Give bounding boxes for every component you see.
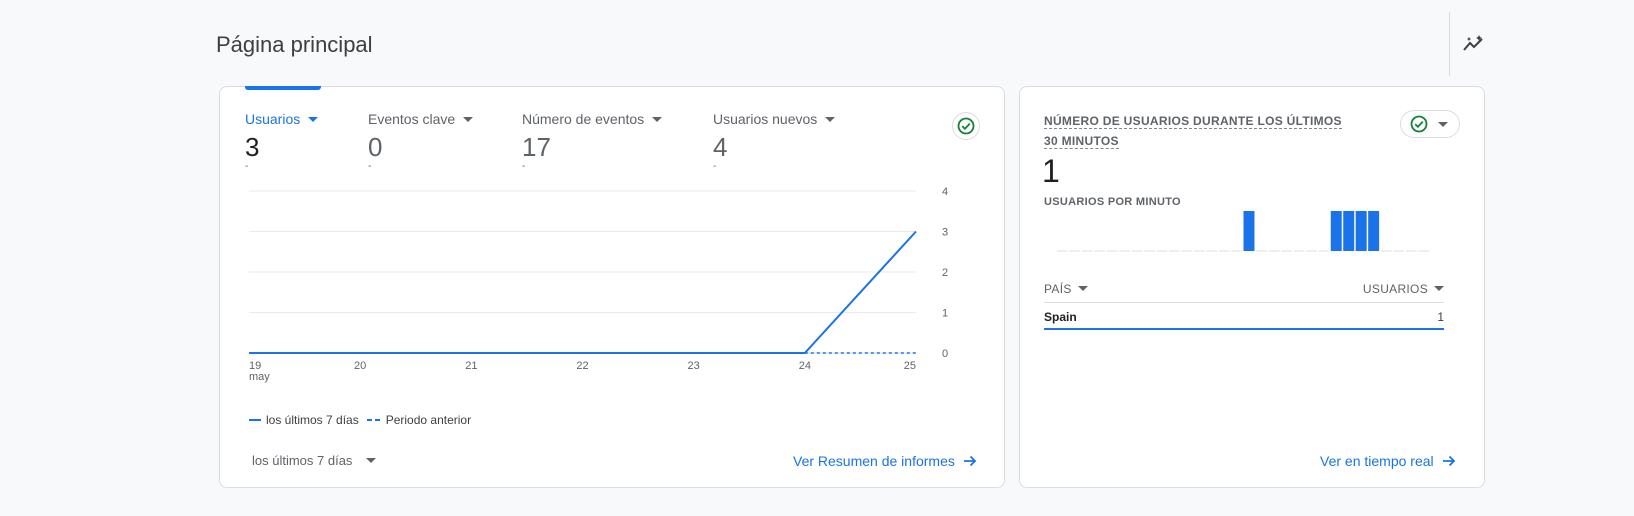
check-circle-icon: [1410, 115, 1428, 133]
table-row[interactable]: Spain 1: [1044, 306, 1444, 330]
realtime-table-header: PAÍS USUARIOS: [1044, 275, 1444, 303]
arrow-right-icon: [963, 455, 977, 467]
link-label: Ver Resumen de informes: [793, 453, 955, 469]
legend-item-current: los últimos 7 días: [249, 413, 359, 427]
x-tick-label: 25: [904, 360, 916, 372]
legend-swatch-solid: [249, 419, 261, 421]
column-label: USUARIOS: [1362, 281, 1428, 296]
y-tick-label: 3: [942, 227, 948, 239]
y-tick-label: 2: [942, 267, 948, 279]
column-label: PAÍS: [1044, 281, 1072, 296]
cell-country: Spain: [1044, 310, 1077, 324]
realtime-title-line1: NÚMERO DE USUARIOS DURANTE LOS ÚLTIMOS: [1044, 114, 1342, 129]
legend-label: los últimos 7 días: [266, 413, 359, 427]
y-tick-label: 4: [942, 186, 948, 198]
insights-icon: [1463, 35, 1483, 51]
x-tick-sublabel: may: [249, 371, 270, 383]
x-tick-label: 24: [799, 360, 811, 372]
x-tick-label: 21: [465, 360, 477, 372]
header-divider: [1449, 12, 1450, 76]
date-range-selector[interactable]: los últimos 7 días: [252, 453, 377, 468]
legend-label: Periodo anterior: [385, 413, 472, 427]
x-tick-label: 22: [576, 360, 588, 372]
chevron-down-icon: [366, 458, 377, 463]
y-tick-label: 1: [942, 308, 948, 320]
realtime-quality-button[interactable]: [1400, 110, 1460, 138]
view-reports-link[interactable]: Ver Resumen de informes: [793, 453, 977, 469]
realtime-card: NÚMERO DE USUARIOS DURANTE LOS ÚLTIMOS 3…: [1019, 86, 1485, 488]
chevron-down-icon: [1438, 121, 1448, 127]
view-realtime-link[interactable]: Ver en tiempo real: [1320, 453, 1456, 469]
x-tick-label: 23: [688, 360, 700, 372]
minute-bar: [1343, 211, 1355, 251]
users-per-minute-chart: [1057, 211, 1429, 252]
series-line-current: [249, 230, 917, 354]
users-line-chart: 0123419 20 21 22 23 24 25may: [249, 186, 948, 383]
chevron-down-icon: [1077, 286, 1088, 291]
column-header-country[interactable]: PAÍS: [1044, 282, 1088, 296]
date-range-label: los últimos 7 días: [252, 453, 353, 468]
minute-bar: [1243, 211, 1255, 251]
cell-users: 1: [1437, 310, 1444, 324]
minute-bar: [1355, 211, 1367, 251]
legend-item-previous: Periodo anterior: [366, 413, 472, 427]
column-header-users[interactable]: USUARIOS: [1363, 282, 1444, 296]
minute-bar: [1330, 211, 1342, 251]
chevron-down-icon: [1434, 286, 1444, 291]
insights-button[interactable]: [1458, 30, 1490, 58]
page-title: Página principal: [216, 32, 373, 57]
chart-legend: los últimos 7 días Periodo anterior: [249, 413, 479, 427]
arrow-right-icon: [1442, 455, 1455, 467]
legend-swatch-dashed: [366, 419, 381, 421]
overview-card: Usuarios 3 - Eventos clave 0 - Número de…: [219, 86, 1005, 488]
minute-bar: [1368, 211, 1380, 251]
y-tick-label: 0: [942, 348, 948, 360]
realtime-title: NÚMERO DE USUARIOS DURANTE LOS ÚLTIMOS 3…: [1044, 111, 1344, 151]
link-label: Ver en tiempo real: [1320, 453, 1434, 469]
realtime-title-line2: 30 MINUTOS: [1044, 134, 1119, 149]
realtime-users-value: 1: [1042, 153, 1060, 189]
x-tick-label: 20: [354, 360, 366, 372]
